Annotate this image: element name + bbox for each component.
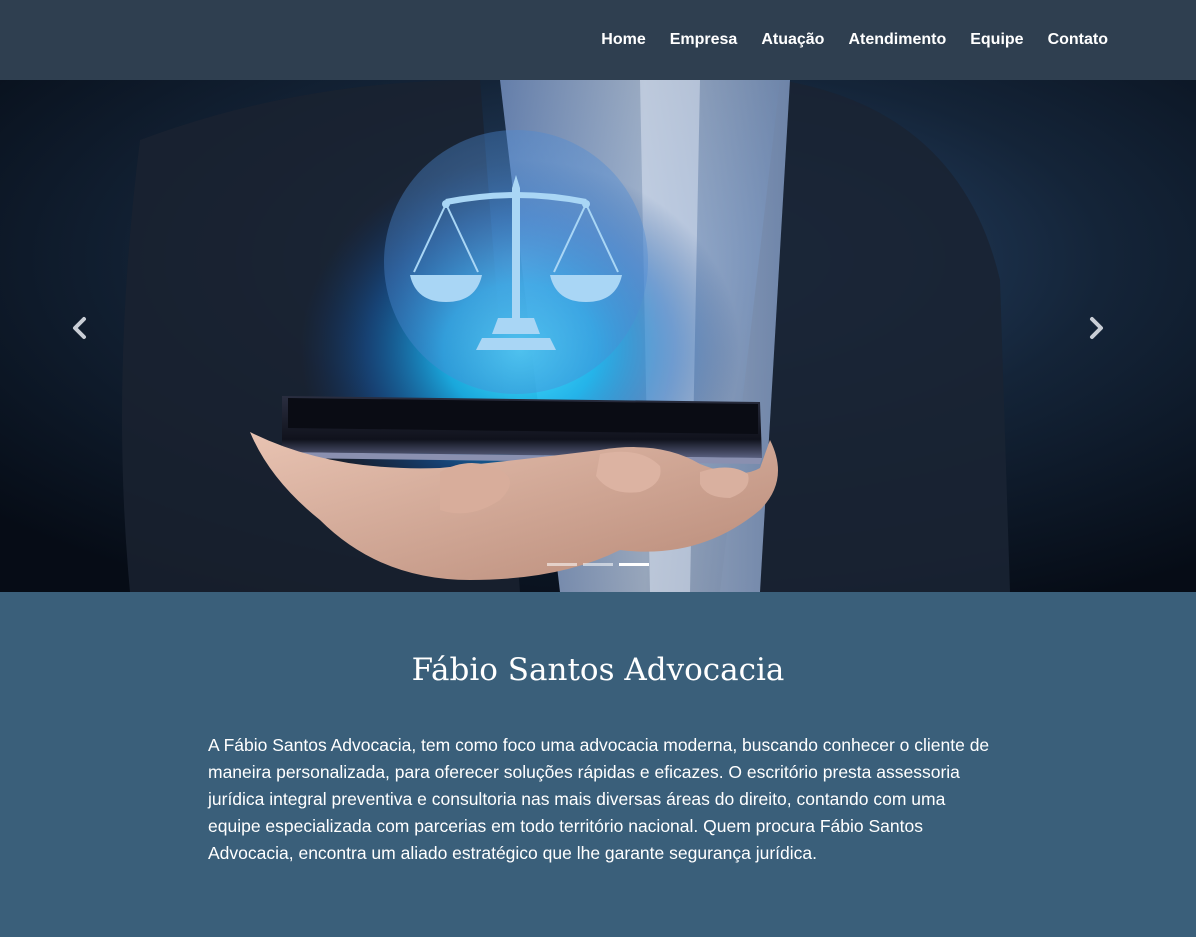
nav-item-contato: Contato — [1024, 31, 1108, 49]
carousel-prev-button[interactable] — [70, 316, 110, 356]
nav-link-contato[interactable]: Contato — [1048, 31, 1108, 49]
nav-menu: Home Empresa Atuação Atendimento Equipe … — [577, 0, 1108, 80]
nav-link-home[interactable]: Home — [601, 31, 645, 49]
about-title: Fábio Santos Advocacia — [411, 652, 785, 688]
carousel-indicators — [0, 563, 1196, 566]
hero-carousel — [0, 80, 1196, 592]
nav-item-empresa: Empresa — [646, 31, 738, 49]
chevron-left-icon — [73, 317, 86, 339]
nav-item-atuacao: Atuação — [737, 31, 824, 49]
nav-item-home: Home — [577, 31, 645, 49]
navbar: Home Empresa Atuação Atendimento Equipe … — [0, 0, 1196, 80]
about-text: A Fábio Santos Advocacia, tem como foco … — [208, 735, 990, 863]
nav-link-equipe[interactable]: Equipe — [970, 31, 1023, 49]
carousel-indicator-3[interactable] — [619, 563, 649, 566]
nav-link-atuacao[interactable]: Atuação — [761, 31, 824, 49]
hero-image — [0, 80, 1196, 592]
nav-item-atendimento: Atendimento — [824, 31, 946, 49]
chevron-right-icon — [1090, 317, 1103, 339]
carousel-indicator-1[interactable] — [547, 563, 577, 566]
carousel-next-button[interactable] — [1086, 316, 1126, 356]
nav-link-empresa[interactable]: Empresa — [670, 31, 738, 49]
nav-link-atendimento[interactable]: Atendimento — [848, 31, 946, 49]
about-section: Fábio Santos Advocacia A Fábio Santos Ad… — [0, 592, 1196, 937]
nav-item-equipe: Equipe — [946, 31, 1023, 49]
carousel-indicator-2[interactable] — [583, 563, 613, 566]
